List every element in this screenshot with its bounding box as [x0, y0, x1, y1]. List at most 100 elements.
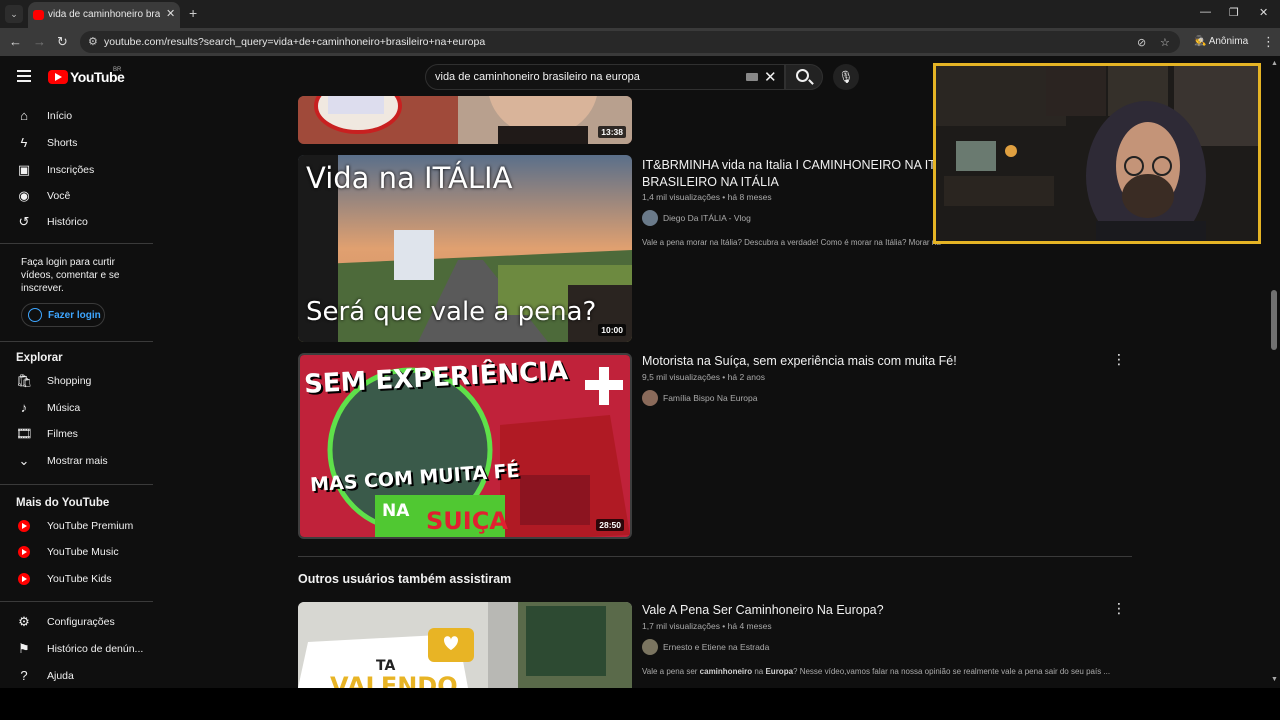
- scroll-up-icon[interactable]: ▲: [1271, 60, 1278, 67]
- channel-avatar: [642, 639, 658, 655]
- sidebar-item-label: Início: [47, 110, 73, 122]
- sidebar-item-label: YouTube Premium: [47, 520, 134, 532]
- browser-menu-icon[interactable]: ⋮: [1262, 34, 1275, 50]
- home-icon: ⌂: [20, 108, 28, 123]
- movies-icon: 🎞: [16, 426, 33, 441]
- gear-icon: ⚙: [18, 614, 30, 629]
- sidebar: ⌂ Início ϟ Shorts ▣ Inscrições ◉ Você ↺ …: [0, 96, 160, 696]
- browser-tab-bar: ⌄ vida de caminhoneiro brasileiro n ✕ + …: [0, 0, 1280, 28]
- incognito-icon: 🕵: [1194, 36, 1209, 47]
- sidebar-divider: [0, 601, 153, 602]
- browser-tab[interactable]: vida de caminhoneiro brasileiro n ✕: [28, 2, 180, 28]
- sidebar-item-you[interactable]: ◉ Você: [0, 183, 150, 209]
- explore-heading: Explorar: [16, 352, 63, 364]
- incognito-profile[interactable]: 🕵 Anônima: [1194, 36, 1248, 47]
- sidebar-item-report-history[interactable]: ⚑ Histórico de denún...: [0, 636, 150, 662]
- bottom-black-bar: [0, 688, 1280, 720]
- search-query: vida de caminhoneiro brasileiro na europ…: [435, 71, 640, 83]
- sidebar-item-shorts[interactable]: ϟ Shorts: [0, 130, 150, 156]
- more-options-icon[interactable]: ⋮: [1112, 600, 1126, 617]
- video-title[interactable]: Vale A Pena Ser Caminhoneiro Na Europa?: [642, 602, 884, 619]
- eye-off-icon[interactable]: ⊘: [1137, 36, 1146, 49]
- url-text: youtube.com/results?search_query=vida+de…: [104, 36, 486, 48]
- channel-name: Diego Da ITÁLIA - Vlog: [663, 213, 751, 223]
- music-icon: ♪: [20, 400, 28, 415]
- sidebar-item-label: Shopping: [47, 375, 92, 387]
- profile-label: Anônima: [1208, 36, 1249, 47]
- scroll-down-icon[interactable]: ▼: [1271, 676, 1278, 683]
- subscriptions-icon: ▣: [17, 162, 31, 177]
- menu-icon[interactable]: [17, 70, 31, 82]
- video-title[interactable]: IT&BRMINHA vida na Italia I CAMINHONEIRO…: [642, 157, 963, 191]
- more-options-icon[interactable]: ⋮: [1112, 351, 1126, 368]
- sidebar-item-label: Mostrar mais: [47, 455, 108, 467]
- video-duration: 28:50: [596, 519, 624, 531]
- sidebar-item-movies[interactable]: 🎞 Filmes: [0, 421, 150, 447]
- star-icon[interactable]: ☆: [1160, 36, 1170, 49]
- new-tab-icon[interactable]: +: [189, 5, 197, 21]
- address-toolbar: ← → ↻ ⚙ youtube.com/results?search_query…: [0, 28, 1280, 56]
- thumbnail-caption-na: NA: [382, 501, 410, 521]
- youtube-premium-icon: [18, 520, 30, 532]
- video-thumbnail[interactable]: Vida na ITÁLIA Será que vale a pena? 10:…: [298, 155, 632, 342]
- sidebar-divider: [0, 243, 153, 244]
- youtube-music-icon: [18, 546, 30, 558]
- keyboard-icon[interactable]: [746, 73, 758, 81]
- back-icon[interactable]: ←: [9, 34, 22, 49]
- thumbnail-caption-country: SUIÇA: [426, 507, 508, 535]
- video-title-line: IT&BRMINHA vida na Italia I CAMINHONEIRO…: [642, 158, 963, 172]
- history-icon: ↺: [18, 214, 30, 229]
- more-from-youtube-heading: Mais do YouTube: [16, 497, 110, 509]
- thumbnail-caption-bottom: Será que vale a pena?: [306, 297, 597, 327]
- login-button[interactable]: Fazer login: [21, 303, 105, 327]
- thumbnail-art: [298, 96, 632, 144]
- reload-icon[interactable]: ↻: [57, 34, 68, 50]
- shorts-icon: ϟ: [20, 135, 28, 150]
- thumbnail-caption-top: Vida na ITÁLIA: [306, 161, 513, 195]
- sidebar-item-home[interactable]: ⌂ Início: [0, 103, 150, 129]
- forward-icon[interactable]: →: [33, 34, 46, 49]
- close-window-icon[interactable]: ✕: [1259, 6, 1268, 19]
- sidebar-item-settings[interactable]: ⚙ Configurações: [0, 609, 150, 635]
- sidebar-item-label: Você: [47, 190, 71, 202]
- video-thumbnail[interactable]: 13:38: [298, 96, 632, 144]
- voice-search-icon[interactable]: 🎙: [833, 64, 859, 90]
- tab-title: vida de caminhoneiro brasileiro n: [48, 9, 160, 20]
- site-info-icon[interactable]: ⚙: [88, 35, 98, 48]
- video-description: Vale a pena ser caminhoneiro na Europa? …: [642, 667, 1111, 676]
- page-scrollbar[interactable]: ▲ ▼: [1268, 56, 1280, 696]
- restore-icon[interactable]: ❐: [1229, 6, 1239, 19]
- you-icon: ◉: [18, 188, 30, 203]
- tab-search-button[interactable]: ⌄: [5, 5, 23, 23]
- tab-close-icon[interactable]: ✕: [166, 7, 175, 20]
- sidebar-item-subscriptions[interactable]: ▣ Inscrições: [0, 157, 150, 183]
- chevron-down-icon: ⌄: [18, 453, 30, 468]
- video-thumbnail[interactable]: SEM EXPERIÊNCIA MAS COM MUITA FÉ NA SUIÇ…: [298, 353, 632, 539]
- url-bar[interactable]: ⚙ youtube.com/results?search_query=vida+…: [80, 31, 1180, 53]
- sidebar-item-youtube-music[interactable]: YouTube Music: [0, 539, 150, 565]
- sidebar-item-shopping[interactable]: 🛍 Shopping: [0, 368, 150, 394]
- video-duration: 10:00: [598, 324, 626, 336]
- channel-name: Família Bispo Na Europa: [663, 393, 758, 403]
- sidebar-item-youtube-premium[interactable]: YouTube Premium: [0, 513, 150, 539]
- sidebar-item-show-more[interactable]: ⌄ Mostrar mais: [0, 448, 150, 474]
- sidebar-item-label: Histórico de denún...: [47, 643, 144, 655]
- section-heading: Outros usuários também assistiram: [298, 572, 512, 586]
- search-input[interactable]: vida de caminhoneiro brasileiro na europ…: [425, 64, 785, 90]
- sidebar-item-music[interactable]: ♪ Música: [0, 395, 150, 421]
- scrollbar-thumb[interactable]: [1271, 290, 1277, 350]
- video-title[interactable]: Motorista na Suíça, sem experiência mais…: [642, 353, 957, 370]
- video-thumbnail[interactable]: TA VALENDO: [298, 602, 632, 688]
- sidebar-item-label: Inscrições: [47, 164, 95, 176]
- minimize-icon[interactable]: —: [1200, 6, 1211, 18]
- sidebar-item-help[interactable]: ? Ajuda: [0, 663, 150, 689]
- search-button[interactable]: [785, 64, 823, 90]
- youtube-logo-icon[interactable]: [48, 70, 68, 84]
- sidebar-item-youtube-kids[interactable]: YouTube Kids: [0, 566, 150, 592]
- sidebar-item-label: YouTube Kids: [47, 573, 112, 585]
- country-code: BR: [113, 67, 122, 73]
- clear-search-icon[interactable]: ✕: [764, 68, 777, 86]
- section-divider: [298, 556, 1132, 557]
- youtube-kids-icon: [18, 573, 30, 585]
- sidebar-item-history[interactable]: ↺ Histórico: [0, 209, 150, 235]
